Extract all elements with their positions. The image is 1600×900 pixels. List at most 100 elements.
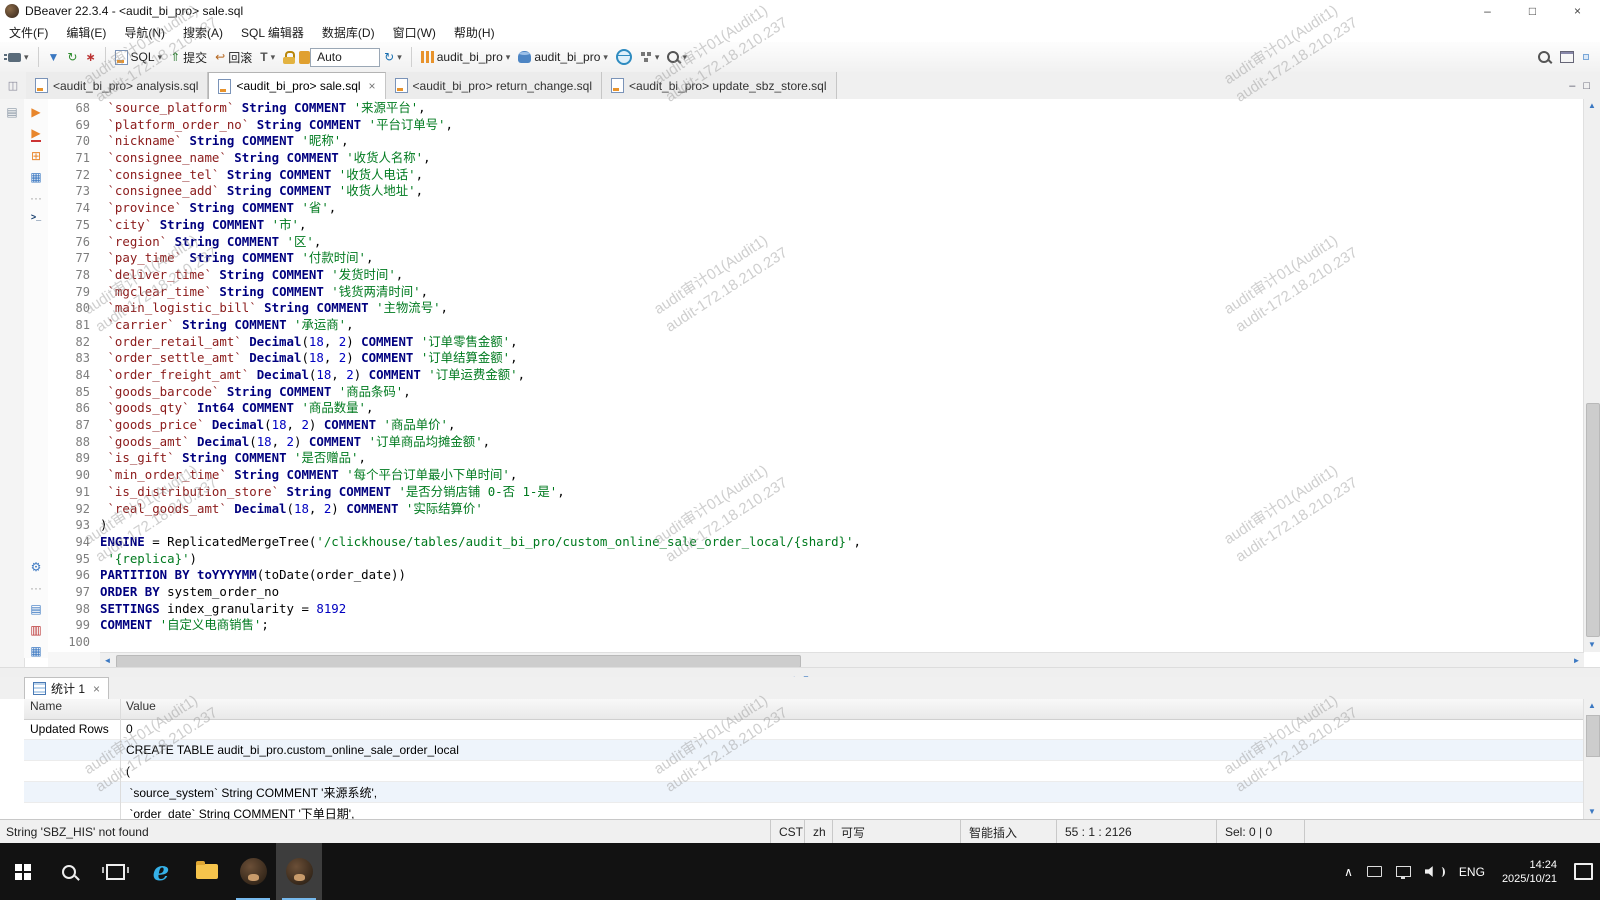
commit-button[interactable]: ⇑ 提交 [166, 47, 211, 68]
scroll-down-icon[interactable]: ▼ [1584, 805, 1600, 819]
schema-selector[interactable]: audit_bi_pro ▾ [514, 48, 612, 66]
action-center-button[interactable] [1567, 843, 1600, 900]
dbeaver-taskbar-button-1[interactable] [230, 843, 276, 900]
minimize-button[interactable]: – [1465, 0, 1510, 22]
column-header-value[interactable]: Value [120, 699, 1600, 719]
code-line-88: `goods_amt` Decimal(18, 2) COMMENT '订单商品… [100, 434, 1584, 451]
maximize-editor-icon[interactable]: □ [1583, 80, 1590, 92]
status-caret-position[interactable]: 55 : 1 : 2126 [1056, 820, 1216, 844]
table-row[interactable]: Updated Rows0 [24, 719, 1600, 740]
scroll-up-icon[interactable]: ▲ [1584, 699, 1600, 713]
scroll-right-icon[interactable]: ► [1569, 653, 1584, 668]
query-history-dropdown[interactable]: ↻ ▾ [380, 49, 406, 65]
database-navigator-icon[interactable]: ▤ [6, 105, 17, 119]
save-doc-icon[interactable]: ▥ [30, 623, 41, 637]
code-line-70: `nickname` String COMMENT '昵称', [100, 133, 1584, 150]
dbeaver-perspective-button[interactable] [1584, 55, 1588, 59]
clock-date: 2025/10/21 [1502, 872, 1557, 886]
task-view-button[interactable] [92, 843, 138, 900]
result-grid-icon[interactable]: ▦ [30, 170, 41, 184]
file-explorer-button[interactable] [184, 843, 230, 900]
close-button[interactable]: × [1555, 0, 1600, 22]
scroll-up-icon[interactable]: ▲ [1584, 99, 1600, 113]
editor-vertical-scrollbar[interactable]: ▲ ▼ [1583, 99, 1600, 652]
tab-statistics[interactable]: 统计 1 × [24, 677, 109, 699]
explain-plan-icon[interactable]: ⊞ [31, 149, 41, 163]
dbeaver-logo-icon [5, 4, 19, 18]
objects-dropdown[interactable]: ▾ [636, 49, 664, 65]
code-line-89: `is_gift` String COMMENT '是否赠品', [100, 450, 1584, 467]
line-number: 69 [48, 117, 100, 134]
tab-close-icon[interactable]: × [369, 79, 376, 93]
volume-button[interactable] [1418, 843, 1452, 900]
refresh-button[interactable]: ↻ [63, 49, 81, 65]
menu-item-6[interactable]: 窗口(W) [384, 22, 445, 43]
cancel-button[interactable]: ∗ [81, 49, 99, 65]
new-connection-button[interactable]: ▾ [4, 50, 33, 65]
hidden-icons-button[interactable]: ∧ [1337, 843, 1360, 900]
touch-keyboard-button[interactable] [1360, 843, 1389, 900]
more-actions-icon[interactable]: ··· [30, 581, 42, 595]
line-number: 92 [48, 501, 100, 518]
main-toolbar: ▾ ▼ ↻ ∗ SQL ▾ ⇑ 提交 ↩ 回滚 T ▾ Auto ↻ ▾ [0, 42, 1600, 73]
menu-item-1[interactable]: 编辑(E) [57, 22, 115, 43]
quick-search-icon[interactable] [1538, 51, 1550, 63]
table-row[interactable]: `order_date` String COMMENT '下单日期', [24, 803, 1600, 819]
execute-script-icon[interactable]: ▶ [31, 126, 40, 142]
results-scrollbar[interactable]: ▲ ▼ [1583, 699, 1600, 819]
column-header-name[interactable]: Name [24, 699, 120, 719]
minimize-editor-icon[interactable]: – [1569, 80, 1575, 92]
transaction-mode-dropdown[interactable]: T ▾ [256, 48, 279, 66]
divider [411, 47, 412, 67]
scroll-down-icon[interactable]: ▼ [1584, 638, 1600, 652]
connection-selector[interactable]: audit_bi_pro ▾ [417, 48, 515, 66]
menu-item-0[interactable]: 文件(F) [0, 22, 57, 43]
line-number: 86 [48, 400, 100, 417]
console-icon[interactable]: >_ [31, 212, 41, 222]
menu-item-5[interactable]: 数据库(D) [313, 22, 384, 43]
rollback-button[interactable]: ↩ 回滚 [211, 47, 256, 68]
tab-close-icon[interactable]: × [93, 682, 100, 696]
start-button[interactable] [0, 843, 46, 900]
execute-sql-icon[interactable]: ▶ [31, 105, 40, 119]
menu-item-3[interactable]: 搜索(A) [174, 22, 232, 43]
table-row[interactable]: CREATE TABLE audit_bi_pro.custom_online_… [24, 740, 1600, 761]
editor-tab-3[interactable]: <audit_bi_pro> update_sbz_store.sql [602, 72, 836, 99]
code-area[interactable]: `source_platform` String COMMENT '来源平台',… [100, 99, 1584, 653]
maximize-button[interactable]: □ [1510, 0, 1555, 22]
table-row[interactable]: `source_system` String COMMENT '来源系统', [24, 782, 1600, 803]
settings-gear-icon[interactable]: ⚙ [31, 560, 42, 574]
editor-tab-2[interactable]: <audit_bi_pro> return_change.sql [386, 72, 602, 99]
menu-item-2[interactable]: 导航(N) [115, 22, 174, 43]
status-insert-mode[interactable]: 智能插入 [960, 820, 1056, 844]
search-dropdown[interactable]: ▾ [663, 49, 691, 65]
open-perspective-icon[interactable] [1560, 51, 1574, 63]
results-scroll-thumb[interactable] [1586, 715, 1600, 757]
dbeaver-taskbar-button-2[interactable] [276, 843, 322, 900]
restore-view-icon[interactable]: ◫ [8, 79, 18, 92]
vscroll-thumb[interactable] [1586, 403, 1600, 637]
menu-item-7[interactable]: 帮助(H) [445, 22, 504, 43]
export-doc-icon[interactable]: ▤ [30, 602, 41, 616]
network-button[interactable] [1389, 843, 1418, 900]
line-number: 89 [48, 450, 100, 467]
fetch-data-button[interactable]: ▼ [44, 49, 64, 65]
taskbar-clock[interactable]: 14:24 2025/10/21 [1492, 858, 1567, 886]
language-indicator[interactable]: ENG [1452, 843, 1492, 900]
grid-doc-icon[interactable]: ▦ [30, 644, 41, 658]
sql-editor-dropdown[interactable]: SQL ▾ [111, 48, 167, 67]
taskbar-search-button[interactable] [46, 843, 92, 900]
line-number: 84 [48, 367, 100, 384]
more-actions-icon[interactable]: ··· [30, 191, 42, 205]
network-button[interactable] [612, 47, 636, 67]
scroll-left-icon[interactable]: ◄ [100, 653, 115, 668]
editor-tab-1[interactable]: <audit_bi_pro> sale.sql× [208, 72, 385, 99]
menu-item-4[interactable]: SQL 编辑器 [232, 22, 313, 43]
editor-tab-0[interactable]: <audit_bi_pro> analysis.sql [26, 72, 208, 99]
table-row[interactable]: ( [24, 761, 1600, 782]
line-number: 80 [48, 300, 100, 317]
internet-explorer-button[interactable]: e [138, 843, 184, 900]
lock-button[interactable] [279, 49, 299, 66]
editor-horizontal-scrollbar[interactable]: ◄ ► [100, 652, 1584, 668]
auto-commit-combo[interactable]: Auto [310, 48, 380, 67]
